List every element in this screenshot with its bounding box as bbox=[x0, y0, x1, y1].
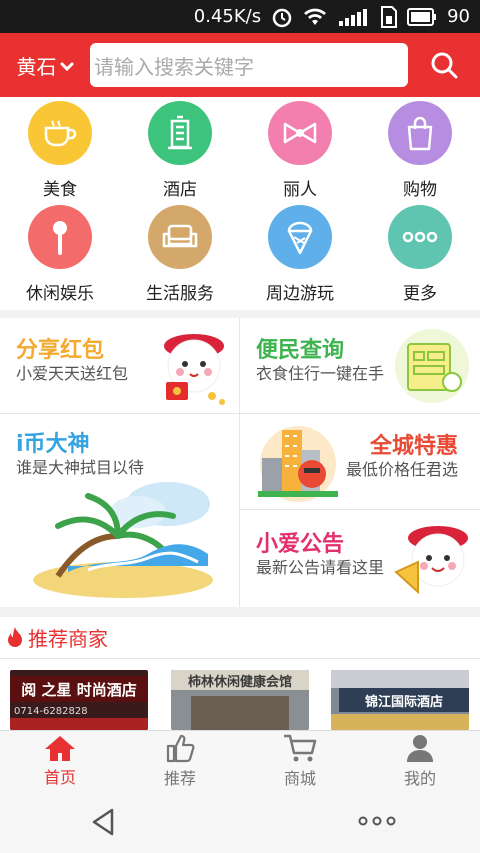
system-nav-bar bbox=[0, 790, 480, 853]
recommend-title: 推荐商家 bbox=[28, 626, 108, 651]
ice-cream-icon bbox=[268, 205, 332, 269]
alarm-icon bbox=[271, 6, 293, 28]
city-selector[interactable]: 黄石 bbox=[0, 51, 90, 80]
promo-subtitle: 最低价格任君选 bbox=[345, 460, 458, 479]
shopping-cart-icon bbox=[284, 734, 317, 761]
promo-share-redpacket[interactable]: 分享红包 小爱天天送红包 bbox=[0, 318, 240, 414]
category-hotel[interactable]: 酒店 bbox=[120, 97, 240, 201]
microphone-icon bbox=[28, 205, 92, 269]
beach-island-illustration bbox=[33, 482, 213, 598]
shop-sign: 阅 之星 时尚酒店 bbox=[10, 676, 148, 702]
category-label: 休闲娱乐 bbox=[26, 284, 94, 304]
search-icon bbox=[431, 52, 458, 79]
category-label: 丽人 bbox=[283, 180, 317, 200]
mascot-megaphone-icon bbox=[394, 526, 468, 595]
sofa-icon bbox=[148, 205, 212, 269]
category-label: 美食 bbox=[43, 180, 77, 200]
thumbs-up-icon bbox=[166, 734, 195, 762]
recommend-header: 推荐商家 bbox=[0, 617, 480, 657]
tab-recommend[interactable]: 推荐 bbox=[120, 731, 240, 790]
sim-icon bbox=[381, 5, 398, 28]
signal-icon bbox=[337, 7, 371, 27]
promo-subtitle: 衣食住行一键在手 bbox=[256, 364, 385, 383]
flame-icon bbox=[8, 627, 22, 647]
shop-sign: 柿林休闲健康会馆 bbox=[171, 670, 309, 690]
battery-icon bbox=[407, 7, 437, 26]
category-label: 酒店 bbox=[163, 180, 197, 200]
category-entertainment[interactable]: 休闲娱乐 bbox=[0, 201, 120, 305]
shop-card[interactable]: 柿林休闲健康会馆 bbox=[171, 670, 309, 730]
coffee-cup-icon bbox=[28, 101, 92, 165]
battery-level: 90 bbox=[447, 6, 470, 27]
shop-phone: 0714-6282828 bbox=[14, 706, 88, 717]
shop-card[interactable]: 阅 之星 时尚酒店 0714-6282828 bbox=[10, 670, 148, 730]
bow-icon bbox=[268, 101, 332, 165]
category-beauty[interactable]: 丽人 bbox=[240, 97, 360, 201]
shop-sign: 锦江国际酒店 bbox=[339, 688, 469, 712]
shop-card[interactable]: 锦江国际酒店 bbox=[331, 670, 469, 730]
category-grid: 美食 酒店 丽人 购物 休闲娱乐 生活服务 周边游玩 更多 bbox=[0, 97, 480, 310]
category-services[interactable]: 生活服务 bbox=[120, 201, 240, 305]
mascot-redpacket-icon bbox=[164, 334, 225, 405]
bottom-tab-bar: 首页 推荐 商城 我的 bbox=[0, 730, 480, 790]
category-label: 购物 bbox=[403, 180, 437, 200]
status-bar: 0.45K/s 90 bbox=[0, 0, 480, 33]
search-placeholder: 请输入搜索关键字 bbox=[94, 54, 254, 79]
category-label: 更多 bbox=[403, 284, 437, 304]
tab-profile[interactable]: 我的 bbox=[360, 731, 480, 790]
category-more[interactable]: 更多 bbox=[360, 201, 480, 305]
promo-city-deals[interactable]: 全城特惠 最低价格任君选 bbox=[240, 414, 480, 510]
form-card-icon bbox=[395, 329, 469, 403]
shopping-bag-icon bbox=[388, 101, 452, 165]
city-deals-illustration bbox=[258, 426, 338, 502]
category-food[interactable]: 美食 bbox=[0, 97, 120, 201]
promo-convenience-query[interactable]: 便民查询 衣食住行一键在手 bbox=[240, 318, 480, 414]
promo-subtitle: 谁是大神拭目以待 bbox=[16, 458, 145, 477]
tab-home[interactable]: 首页 bbox=[0, 731, 120, 790]
user-icon bbox=[407, 734, 433, 762]
category-nearby[interactable]: 周边游玩 bbox=[240, 201, 360, 305]
more-dots-icon bbox=[388, 205, 452, 269]
promo-icoin[interactable]: i币大神 谁是大神拭目以待 bbox=[0, 414, 240, 607]
more-icon[interactable] bbox=[358, 816, 396, 826]
search-input[interactable]: 请输入搜索关键字 bbox=[90, 43, 408, 87]
tab-label: 推荐 bbox=[163, 768, 196, 788]
home-icon bbox=[45, 735, 75, 761]
promo-subtitle: 小爱天天送红包 bbox=[16, 364, 129, 383]
promo-subtitle: 最新公告请看这里 bbox=[256, 558, 385, 577]
divider-line bbox=[0, 658, 480, 659]
back-icon[interactable] bbox=[90, 807, 116, 837]
tab-label: 商城 bbox=[283, 768, 316, 788]
promo-announcement[interactable]: 小爱公告 最新公告请看这里 bbox=[240, 510, 480, 607]
wifi-icon bbox=[303, 7, 327, 27]
tab-label: 我的 bbox=[403, 768, 436, 788]
network-speed: 0.45K/s bbox=[193, 6, 262, 27]
section-divider bbox=[0, 607, 480, 617]
section-divider bbox=[0, 310, 480, 318]
city-label: 黄石 bbox=[16, 54, 57, 79]
category-label: 生活服务 bbox=[146, 284, 214, 304]
tab-mall[interactable]: 商城 bbox=[240, 731, 360, 790]
tab-label: 首页 bbox=[43, 767, 76, 787]
category-shopping[interactable]: 购物 bbox=[360, 97, 480, 201]
app-header: 黄石 请输入搜索关键字 bbox=[0, 33, 480, 97]
category-label: 周边游玩 bbox=[266, 284, 334, 304]
search-button[interactable] bbox=[408, 33, 480, 97]
chevron-down-icon bbox=[60, 53, 74, 77]
building-icon bbox=[148, 101, 212, 165]
